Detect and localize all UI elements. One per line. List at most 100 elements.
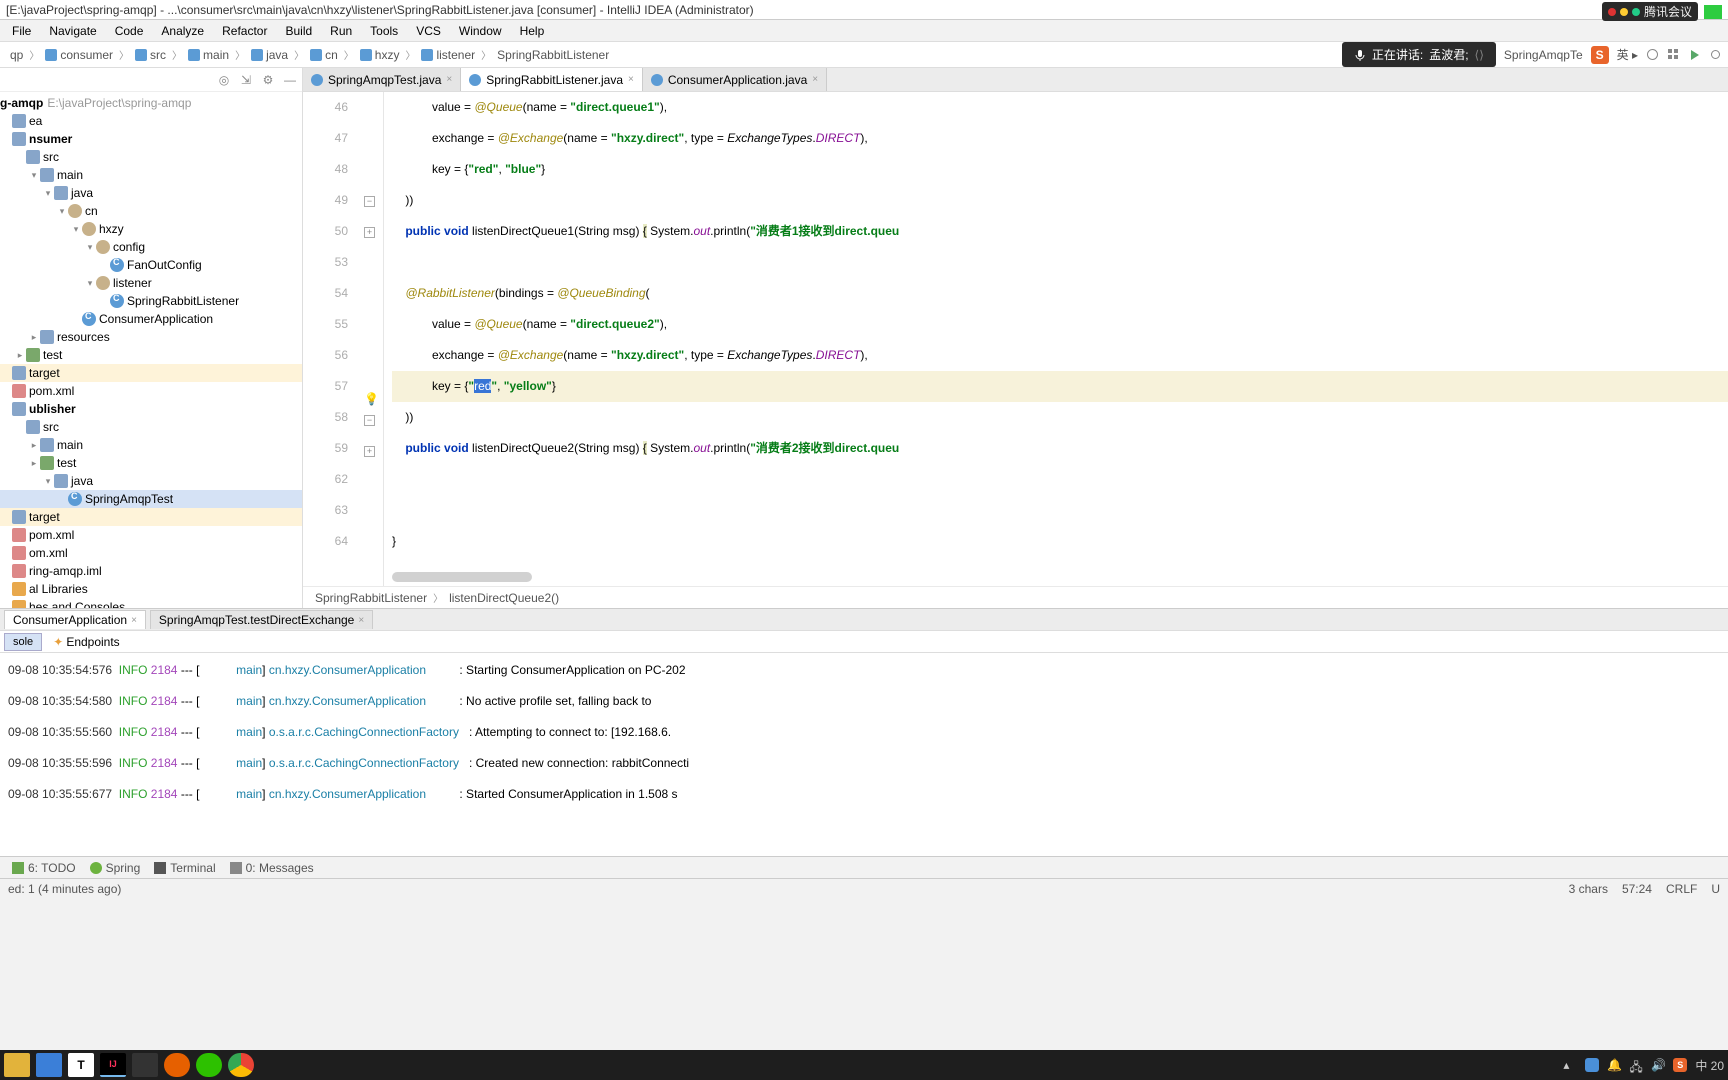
fold-plus-icon-2[interactable]: +	[364, 446, 375, 457]
taskbar-explorer-icon[interactable]	[4, 1053, 30, 1077]
tree-item[interactable]: SpringRabbitListener	[0, 292, 302, 310]
menu-tools[interactable]: Tools	[362, 22, 406, 40]
breadcrumb-seg[interactable]: java	[247, 46, 292, 64]
todo-tool[interactable]: 6: TODO	[6, 860, 82, 876]
taskbar-intellij-icon[interactable]: IJ	[100, 1053, 126, 1077]
breadcrumb-seg[interactable]: src	[131, 46, 170, 64]
crumb-class[interactable]: SpringRabbitListener	[315, 591, 427, 605]
tree-item[interactable]: ▸resources	[0, 328, 302, 346]
taskbar-chrome-icon[interactable]	[228, 1053, 254, 1077]
tree-item[interactable]: target	[0, 364, 302, 382]
breadcrumb-seg[interactable]: hxzy	[356, 46, 404, 64]
taskbar-vm-icon[interactable]	[132, 1053, 158, 1077]
tree-item[interactable]: ConsumerApplication	[0, 310, 302, 328]
expand-arrow-icon[interactable]: ▾	[84, 242, 96, 253]
system-tray[interactable]: ▴ 🔔 🖧 🔊 S 中 20	[1563, 1057, 1724, 1074]
editor-tab[interactable]: SpringAmqpTest.java×	[303, 68, 461, 91]
fold-plus-icon[interactable]: +	[364, 227, 375, 238]
tray-sogou-icon[interactable]: S	[1673, 1058, 1687, 1072]
tree-item[interactable]: ▸main	[0, 436, 302, 454]
taskbar-text-icon[interactable]: T	[68, 1053, 94, 1077]
tree-item[interactable]: SpringAmqpTest	[0, 490, 302, 508]
tree-item[interactable]: pom.xml	[0, 526, 302, 544]
menu-vcs[interactable]: VCS	[408, 22, 449, 40]
tree-item[interactable]: ▾java	[0, 472, 302, 490]
taskbar-firefox-icon[interactable]	[164, 1053, 190, 1077]
tree-item[interactable]: src	[0, 418, 302, 436]
tree-item[interactable]: ▾listener	[0, 274, 302, 292]
expand-arrow-icon[interactable]: ▸	[14, 350, 26, 361]
tree-item[interactable]: ublisher	[0, 400, 302, 418]
collapse-icon[interactable]: ⇲	[238, 72, 254, 88]
tray-bell-icon[interactable]: 🔔	[1607, 1058, 1621, 1072]
close-icon[interactable]: ×	[628, 74, 634, 85]
settings-icon[interactable]	[1709, 48, 1722, 61]
fold-mark-icon-2[interactable]: −	[364, 415, 375, 426]
tree-item[interactable]: nsumer	[0, 130, 302, 148]
intention-bulb-icon[interactable]: 💡	[364, 384, 378, 398]
windows-taskbar[interactable]: T IJ ▴ 🔔 🖧 🔊 S 中 20	[0, 1050, 1728, 1080]
crumb-method[interactable]: listenDirectQueue2()	[449, 591, 559, 605]
expand-arrow-icon[interactable]: ▸	[28, 332, 40, 343]
tree-item[interactable]: ▸test	[0, 454, 302, 472]
tencent-meeting-pill[interactable]: 腾讯会议	[1602, 2, 1698, 21]
hide-icon[interactable]: —	[282, 72, 298, 88]
tree-item[interactable]: ▾main	[0, 166, 302, 184]
code-breadcrumb[interactable]: SpringRabbitListener 〉 listenDirectQueue…	[303, 586, 1728, 608]
h-scroll-thumb[interactable]	[392, 572, 532, 582]
menu-refactor[interactable]: Refactor	[214, 22, 275, 40]
spring-tool[interactable]: Spring	[84, 860, 147, 876]
grid-icon[interactable]	[1667, 48, 1680, 61]
run-config-label[interactable]: SpringAmqpTe	[1504, 48, 1583, 62]
tree-item[interactable]: src	[0, 148, 302, 166]
taskbar-wechat-icon[interactable]	[196, 1053, 222, 1077]
menu-help[interactable]: Help	[512, 22, 553, 40]
console-tab[interactable]: sole	[4, 633, 42, 651]
run-config-tab[interactable]: SpringAmqpTest.testDirectExchange×	[150, 610, 373, 629]
tree-item[interactable]: pom.xml	[0, 382, 302, 400]
tree-item[interactable]: ring-amqp.iml	[0, 562, 302, 580]
editor-tab[interactable]: SpringRabbitListener.java×	[461, 68, 643, 91]
tray-up-icon[interactable]: ▴	[1563, 1058, 1577, 1072]
terminal-tool[interactable]: Terminal	[148, 860, 221, 876]
tree-item[interactable]: ▾cn	[0, 202, 302, 220]
code-editor[interactable]: 464748495053545556575859626364 − + 💡 − +…	[303, 92, 1728, 586]
expand-arrow-icon[interactable]: ▸	[28, 458, 40, 469]
tree-item[interactable]: ea	[0, 112, 302, 130]
fold-mark-icon[interactable]: −	[364, 196, 375, 207]
expand-arrow-icon[interactable]: ▾	[28, 170, 40, 181]
expand-arrow-icon[interactable]: ▾	[84, 278, 96, 289]
tree-root[interactable]: g-amqpE:\javaProject\spring-amqp	[0, 94, 302, 112]
close-icon[interactable]: ×	[131, 615, 137, 626]
menu-build[interactable]: Build	[277, 22, 320, 40]
menu-window[interactable]: Window	[451, 22, 510, 40]
close-icon[interactable]: ×	[812, 74, 818, 85]
run-config-tab[interactable]: ConsumerApplication×	[4, 610, 146, 629]
taskbar-app-icon[interactable]	[36, 1053, 62, 1077]
tray-shield-icon[interactable]	[1585, 1058, 1599, 1072]
breadcrumb-seg[interactable]: listener	[417, 46, 479, 64]
gear-icon[interactable]: ⚙	[260, 72, 276, 88]
messages-tool[interactable]: 0: Messages	[224, 860, 320, 876]
run-play-icon[interactable]	[1688, 48, 1701, 61]
tree-item[interactable]: target	[0, 508, 302, 526]
fold-gutter[interactable]: − + 💡 − +	[358, 92, 384, 586]
breadcrumb-seg[interactable]: SpringRabbitListener	[493, 46, 613, 64]
endpoints-tab[interactable]: ✦ Endpoints	[44, 632, 129, 652]
breadcrumb-seg[interactable]: consumer	[41, 46, 117, 64]
tree-item[interactable]: hes and Consoles	[0, 598, 302, 608]
breadcrumb-seg[interactable]: cn	[306, 46, 342, 64]
project-tree[interactable]: g-amqpE:\javaProject\spring-amqpeansumer…	[0, 92, 302, 608]
expand-arrow-icon[interactable]: ▸	[28, 440, 40, 451]
tray-vol-icon[interactable]: 🔊	[1651, 1058, 1665, 1072]
tree-item[interactable]: ▾hxzy	[0, 220, 302, 238]
close-icon[interactable]: ×	[446, 74, 452, 85]
close-icon[interactable]: ×	[358, 615, 364, 626]
expand-arrow-icon[interactable]: ▾	[56, 206, 68, 217]
editor-tab[interactable]: ConsumerApplication.java×	[643, 68, 827, 91]
code-body[interactable]: value = @Queue(name = "direct.queue1"), …	[384, 92, 1728, 586]
menu-code[interactable]: Code	[107, 22, 152, 40]
tree-item[interactable]: ▾java	[0, 184, 302, 202]
expand-arrow-icon[interactable]: ▾	[42, 476, 54, 487]
tree-item[interactable]: al Libraries	[0, 580, 302, 598]
